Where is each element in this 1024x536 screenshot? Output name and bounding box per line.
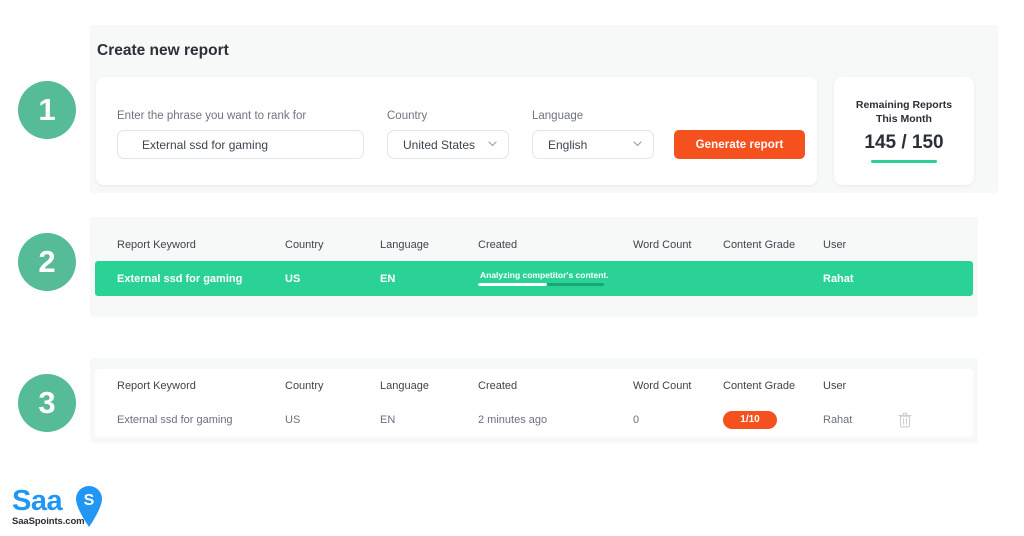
cell-created: 2 minutes ago — [478, 413, 548, 426]
table-header-row: Report Keyword Country Language Created … — [95, 369, 973, 402]
chevron-down-icon — [488, 140, 497, 149]
header-country: Country — [285, 379, 324, 392]
logo-wordmark: Saa — [12, 485, 63, 517]
step-badge-2-label: 2 — [38, 244, 56, 279]
page-root: 1 2 3 Create new report Enter the phrase… — [0, 0, 1024, 536]
language-select-value: English — [548, 137, 588, 152]
header-word-count: Word Count — [633, 238, 692, 251]
logo-subtitle: SaaSpoints.com — [12, 516, 85, 527]
country-field-label: Country — [387, 110, 428, 122]
cell-user: Rahat — [823, 272, 854, 285]
cell-content-grade: 1/10 — [723, 410, 823, 429]
header-word-count: Word Count — [633, 379, 692, 392]
logo-pin-letter: S — [83, 492, 95, 509]
cell-country: US — [285, 272, 301, 285]
cell-user: Rahat — [823, 413, 853, 426]
header-language: Language — [380, 238, 429, 251]
step-badge-1: 1 — [18, 81, 76, 139]
search-phrase-value: External ssd for gaming — [142, 137, 269, 152]
header-language: Language — [380, 379, 429, 392]
table-row[interactable]: External ssd for gaming US EN 2 minutes … — [95, 402, 973, 437]
country-select[interactable]: United States — [387, 130, 509, 159]
progress-bar-fill — [478, 283, 548, 287]
search-phrase-input[interactable]: External ssd for gaming — [117, 130, 364, 159]
step-badge-1-label: 1 — [38, 92, 56, 127]
header-created: Created — [478, 238, 518, 251]
completed-table: Report Keyword Country Language Created … — [95, 369, 973, 437]
remaining-reports-card: Remaining Reports This Month 145 / 150 — [834, 77, 974, 185]
cell-report-keyword: External ssd for gaming — [117, 272, 243, 285]
header-report-keyword: Report Keyword — [117, 238, 196, 251]
page-title: Create new report — [97, 42, 229, 59]
generate-report-button[interactable]: Generate report — [674, 130, 805, 159]
content-grade-badge: 1/10 — [723, 410, 777, 429]
trash-icon[interactable] — [898, 412, 912, 428]
cell-language: EN — [380, 413, 396, 426]
step-badge-2: 2 — [18, 233, 76, 291]
header-content-grade: Content Grade — [723, 379, 796, 392]
header-content-grade: Content Grade — [723, 238, 796, 251]
remaining-reports-underline — [871, 160, 937, 164]
phrase-field-label: Enter the phrase you want to rank for — [117, 110, 307, 122]
cell-language: EN — [380, 272, 396, 285]
header-created: Created — [478, 379, 518, 392]
remaining-reports-value: 145 / 150 — [864, 132, 944, 154]
language-field-label: Language — [532, 110, 584, 122]
cell-progress: Analyzing competitor's content. — [478, 271, 633, 287]
chevron-down-icon — [633, 140, 642, 149]
cell-country: US — [285, 413, 301, 426]
country-select-value: United States — [403, 137, 476, 152]
step-badge-3-label: 3 — [38, 385, 56, 420]
table-row[interactable]: External ssd for gaming US EN Analyzing … — [95, 261, 973, 296]
in-progress-table: Report Keyword Country Language Created … — [95, 228, 973, 296]
cell-report-keyword: External ssd for gaming — [117, 413, 233, 426]
header-user: User — [823, 379, 847, 392]
progress-bar-track — [478, 283, 604, 287]
table-header-row: Report Keyword Country Language Created … — [95, 228, 973, 261]
cell-word-count: 0 — [633, 413, 640, 426]
saaspoints-logo: Saa S SaaSpoints.com — [12, 486, 122, 532]
progress-status-text: Analyzing competitor's content. — [480, 269, 609, 280]
step-badge-3: 3 — [18, 374, 76, 432]
cell-actions — [898, 412, 953, 428]
language-select[interactable]: English — [532, 130, 654, 159]
header-country: Country — [285, 238, 324, 251]
remaining-reports-title: Remaining Reports This Month — [855, 98, 953, 125]
header-report-keyword: Report Keyword — [117, 379, 196, 392]
header-user: User — [823, 238, 847, 251]
